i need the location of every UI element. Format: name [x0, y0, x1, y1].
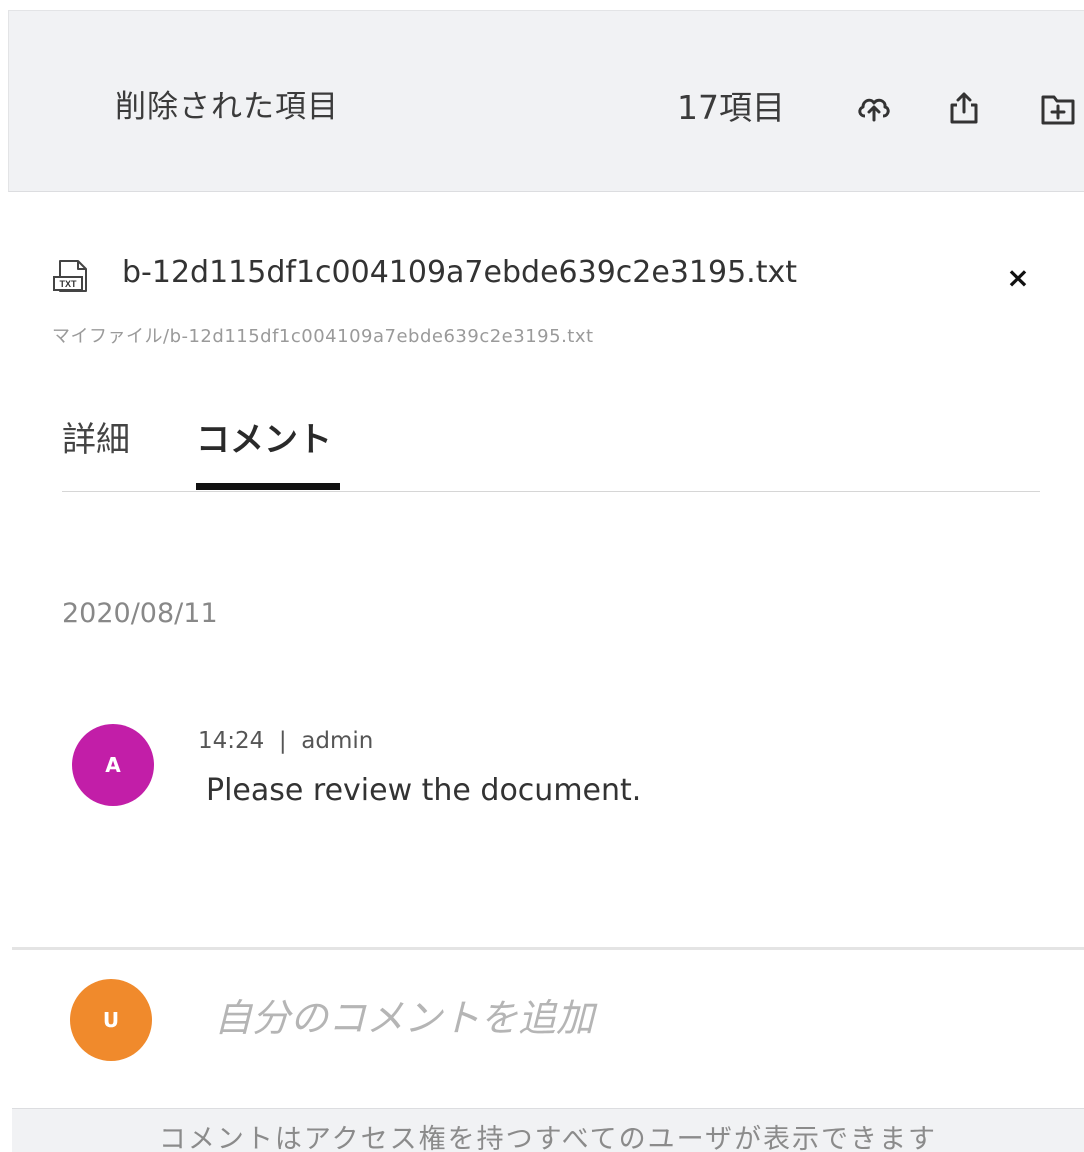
- close-button[interactable]: ×: [1002, 262, 1034, 294]
- txt-file-icon: TXT: [52, 255, 94, 297]
- comment-text: Please review the document.: [206, 773, 642, 808]
- cloud-upload-icon[interactable]: [855, 89, 893, 127]
- comment-meta: 14:24 | admin: [198, 728, 373, 754]
- comment-time: 14:24: [198, 728, 265, 754]
- tab-bar: 詳細 コメント: [62, 408, 1040, 492]
- file-name: b-12d115df1c004109a7ebde639c2e3195.txt: [122, 255, 797, 290]
- current-user-avatar: U: [70, 979, 152, 1061]
- file-path[interactable]: マイファイル/b-12d115df1c004109a7ebde639c2e319…: [52, 322, 594, 348]
- active-tab-indicator: [196, 483, 340, 490]
- header-bar: 削除された項目 17項目: [8, 10, 1084, 192]
- comment-author: admin: [301, 728, 374, 754]
- visibility-notice: コメントはアクセス権を持つすべてのユーザが表示できます: [12, 1108, 1084, 1152]
- tab-comments[interactable]: コメント: [196, 412, 332, 461]
- item-count: 17項目: [677, 88, 785, 127]
- page-title: 削除された項目: [115, 89, 339, 125]
- new-folder-icon[interactable]: [1039, 89, 1077, 127]
- tab-details[interactable]: 詳細: [62, 412, 130, 461]
- avatar: A: [72, 724, 154, 806]
- file-type-label: TXT: [60, 279, 78, 289]
- divider: [12, 947, 1084, 950]
- comment-date: 2020/08/11: [62, 598, 218, 629]
- meta-separator: |: [278, 728, 287, 754]
- share-upload-icon[interactable]: [945, 89, 983, 127]
- add-comment-input[interactable]: [214, 988, 1034, 1048]
- comments-panel: 削除された項目 17項目 TXT b-12d115df1c004109a7ebd…: [0, 0, 1084, 1152]
